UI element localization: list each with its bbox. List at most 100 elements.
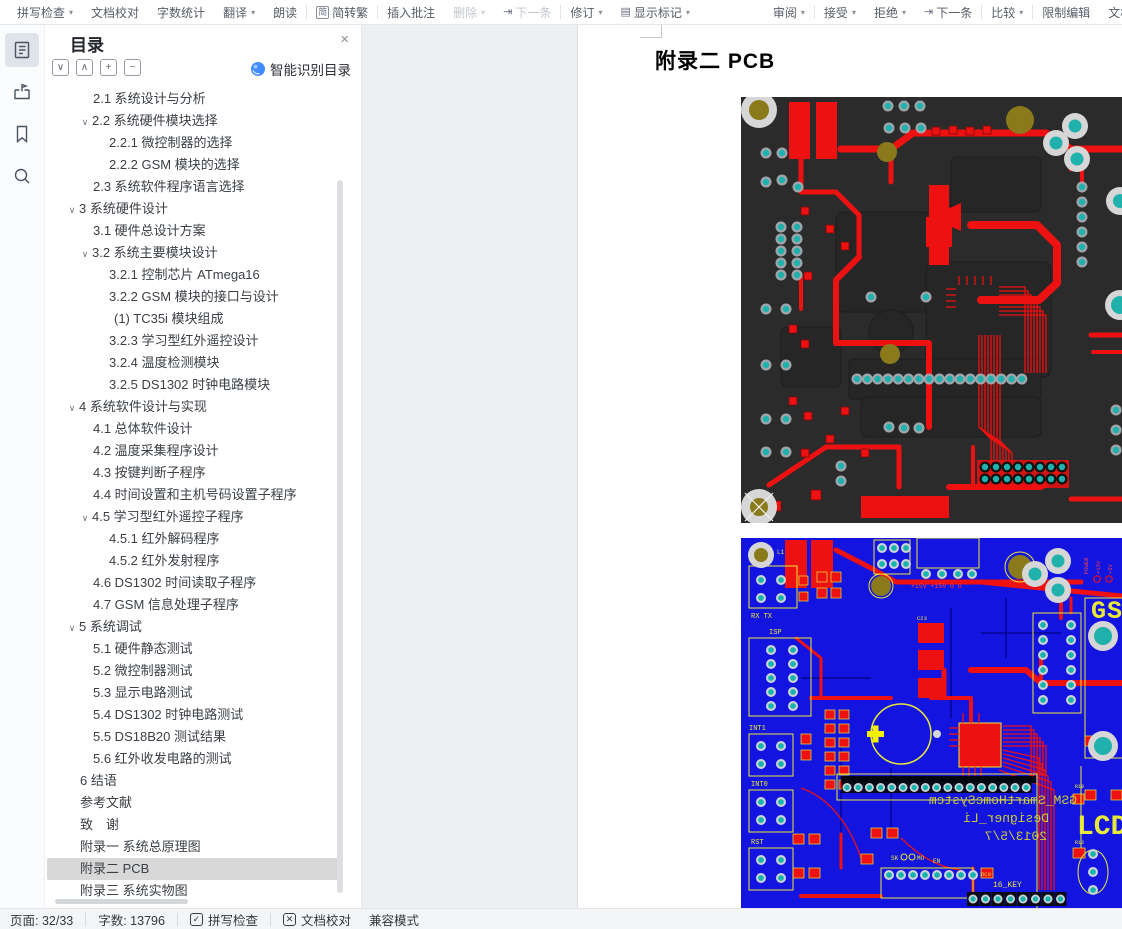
toolbar-item-17[interactable]: 拒绝 ▾ xyxy=(874,4,906,21)
toc-item[interactable]: 5.1 硬件静态测试 xyxy=(47,638,339,660)
bookmark-icon xyxy=(16,125,28,143)
chevron-down-icon[interactable]: ∨ xyxy=(65,617,79,638)
statusbar-divider xyxy=(269,912,271,926)
toolbar-item-3[interactable]: 翻译 ▾ xyxy=(223,4,255,21)
toolbar-item-label: 文档校对 xyxy=(91,5,140,20)
toc-item[interactable]: 5.3 显示电路测试 xyxy=(47,682,339,704)
toolbar-item-label: 修订 xyxy=(570,5,595,20)
toolbar-item-10[interactable]: ⇥ 下一条 xyxy=(503,4,551,21)
toc-item[interactable]: 4.5.1 红外解码程序 xyxy=(47,528,339,550)
toolbar-item-8[interactable]: 插入批注 xyxy=(387,4,435,21)
jian-icon: 简 xyxy=(316,5,330,19)
page-indicator[interactable]: 页面: 32/33 xyxy=(10,910,73,929)
toolbar-item-0[interactable]: 拼写检查 ▾ xyxy=(17,4,73,21)
toc-item[interactable]: (1) TC35i 模块组成 xyxy=(47,308,339,330)
toolbar-item-23[interactable]: 文档权限 xyxy=(1108,4,1122,21)
toc-item[interactable]: 2.2.1 微控制器的选择 xyxy=(47,132,339,154)
toolbar-item-4[interactable]: 朗读 xyxy=(273,4,297,21)
chevron-down-icon: ▾ xyxy=(901,7,906,17)
chevron-down-icon: ▾ xyxy=(69,7,74,17)
toc-tool-zoom-out-level[interactable]: − xyxy=(124,59,141,76)
toolbar-divider xyxy=(1032,5,1034,19)
toc-item[interactable]: 致 谢 xyxy=(47,814,339,836)
toc-item[interactable]: ∨ 3 系统硬件设计 xyxy=(47,198,339,220)
chevron-down-icon[interactable]: ∨ xyxy=(65,199,79,220)
chevron-down-icon[interactable]: ∨ xyxy=(78,507,92,528)
toc-tool-zoom-in-level[interactable]: + xyxy=(100,59,117,76)
toc-item[interactable]: 5.6 红外收发电路的测试 xyxy=(47,748,339,770)
spellcheck-toggle[interactable]: ✓ 拼写检查 xyxy=(189,910,258,929)
toc-item[interactable]: 3.2.5 DS1302 时钟电路模块 xyxy=(47,374,339,396)
toolbar-item-13[interactable]: ▤ 显示标记 ▾ xyxy=(620,4,689,21)
toolbar-item-12[interactable]: 修订 ▾ xyxy=(570,4,602,21)
toc-item[interactable]: 3.1 硬件总设计方案 xyxy=(47,220,339,242)
toolbar-item-9[interactable]: 删除 ▾ xyxy=(453,4,485,21)
toc-item-label: 5.1 硬件静态测试 xyxy=(93,641,193,656)
toc-item[interactable]: 4.6 DS1302 时间读取子程序 xyxy=(47,572,339,594)
toc-item[interactable]: 附录二 PCB xyxy=(47,858,339,880)
toolbar-item-14[interactable]: 审阅 ▾ xyxy=(773,4,805,21)
margin-crop-mark xyxy=(640,25,662,38)
toc-item-label: 4.1 总体软件设计 xyxy=(93,421,193,436)
toc-item[interactable]: 4.2 温度采集程序设计 xyxy=(47,440,339,462)
document-canvas: 附录二 PCB L1 RX TX ISP INT1 INT0 RST C23 S… xyxy=(362,25,1122,908)
close-icon[interactable]: × xyxy=(340,31,349,48)
toolbar-item-22[interactable]: 限制编辑 xyxy=(1042,4,1090,21)
toolbar-item-6[interactable]: 简简转繁 xyxy=(316,4,368,21)
toc-item-label: 致 谢 xyxy=(80,817,120,832)
toc-item[interactable]: 4.1 总体软件设计 xyxy=(47,418,339,440)
chevron-down-icon[interactable]: ∨ xyxy=(78,111,92,132)
toc-tool-expand-all[interactable]: ∨ xyxy=(52,59,69,76)
word-count[interactable]: 字数: 13796 xyxy=(98,910,165,929)
toc-item[interactable]: 4.4 时间设置和主机号码设置子程序 xyxy=(47,484,339,506)
bookmark-panel-button[interactable] xyxy=(5,117,39,151)
wps-writer-window: 拼写检查 ▾ 文档校对 字数统计 翻译 ▾ 朗读简简转繁 插入批注 删除 ▾ ⇥ 下一条 修订 ▾ ▤ 显示标… xyxy=(0,0,1122,929)
toc-item[interactable]: 5.2 微控制器测试 xyxy=(47,660,339,682)
toolbar-item-1[interactable]: 文档校对 xyxy=(91,4,139,21)
toc-item[interactable]: 5.5 DS18B20 测试结果 xyxy=(47,726,339,748)
toc-item[interactable]: ∨ 2.2 系统硬件模块选择 xyxy=(47,110,339,132)
proofread-toggle[interactable]: ✕ 文档校对 xyxy=(282,910,351,929)
toc-item[interactable]: 3.2.3 学习型红外遥控设计 xyxy=(47,330,339,352)
toc-item[interactable]: 参考文献 xyxy=(47,792,339,814)
toc-item[interactable]: ∨ 4.5 学习型红外遥控子程序 xyxy=(47,506,339,528)
chapter-nav-button[interactable] xyxy=(5,75,39,109)
chevron-down-icon[interactable]: ∨ xyxy=(65,397,79,418)
toc-item[interactable]: 3.2.4 温度检测模块 xyxy=(47,352,339,374)
toc-item[interactable]: 5.4 DS1302 时钟电路测试 xyxy=(47,704,339,726)
toc-item[interactable]: 3.2.2 GSM 模块的接口与设计 xyxy=(47,286,339,308)
toc-item-label: 4.4 时间设置和主机号码设置子程序 xyxy=(93,487,297,502)
search-icon xyxy=(14,168,30,184)
toc-tool-collapse-all[interactable]: ∧ xyxy=(76,59,93,76)
smart-recognize-button[interactable]: 智能识别目录 xyxy=(251,59,351,79)
toc-item[interactable]: ∨ 4 系统软件设计与实现 xyxy=(47,396,339,418)
toc-item[interactable]: 3.2.1 控制芯片 ATmega16 xyxy=(47,264,339,286)
toc-panel-button[interactable] xyxy=(5,33,39,67)
toc-item[interactable]: ∨ 3.2 系统主要模块设计 xyxy=(47,242,339,264)
toolbar-item-2[interactable]: 字数统计 xyxy=(157,4,205,21)
toc-item-label: 4 系统软件设计与实现 xyxy=(79,399,207,414)
toc-item[interactable]: 4.7 GSM 信息处理子程序 xyxy=(47,594,339,616)
toc-item[interactable]: 2.2.2 GSM 模块的选择 xyxy=(47,154,339,176)
toc-item[interactable]: 6 结语 xyxy=(47,770,339,792)
toc-item-label: 6 结语 xyxy=(80,773,117,788)
toc-item-label: 2.2 系统硬件模块选择 xyxy=(92,113,218,128)
toc-item[interactable]: 4.3 按键判断子程序 xyxy=(47,462,339,484)
toc-vertical-scrollbar[interactable] xyxy=(337,180,343,893)
toolbar-item-20[interactable]: 比较 ▾ xyxy=(991,4,1023,21)
toc-tools: ∨ ∧ + − xyxy=(52,59,141,83)
toc-item[interactable]: ∨ 5 系统调试 xyxy=(47,616,339,638)
toc-item[interactable]: 附录一 系统总原理图 xyxy=(47,836,339,858)
toc-item[interactable]: 4.5.2 红外发射程序 xyxy=(47,550,339,572)
toolbar-divider xyxy=(377,5,379,19)
toc-horizontal-scrollbar[interactable] xyxy=(55,899,188,904)
toc-item-label: 5.6 红外收发电路的测试 xyxy=(93,751,232,766)
toolbar-item-18[interactable]: ⇥ 下一条 xyxy=(924,4,972,21)
toc-item-label: 附录三 系统实物图 xyxy=(80,883,188,898)
toc-item[interactable]: 2.3 系统软件程序语言选择 xyxy=(47,176,339,198)
toc-item[interactable]: 2.1 系统设计与分析 xyxy=(47,88,339,110)
toolbar-item-16[interactable]: 接受 ▾ xyxy=(824,4,856,21)
chevron-down-icon[interactable]: ∨ xyxy=(78,243,92,264)
search-panel-button[interactable] xyxy=(5,159,39,193)
toolbar-item-label: 翻译 xyxy=(223,5,248,20)
